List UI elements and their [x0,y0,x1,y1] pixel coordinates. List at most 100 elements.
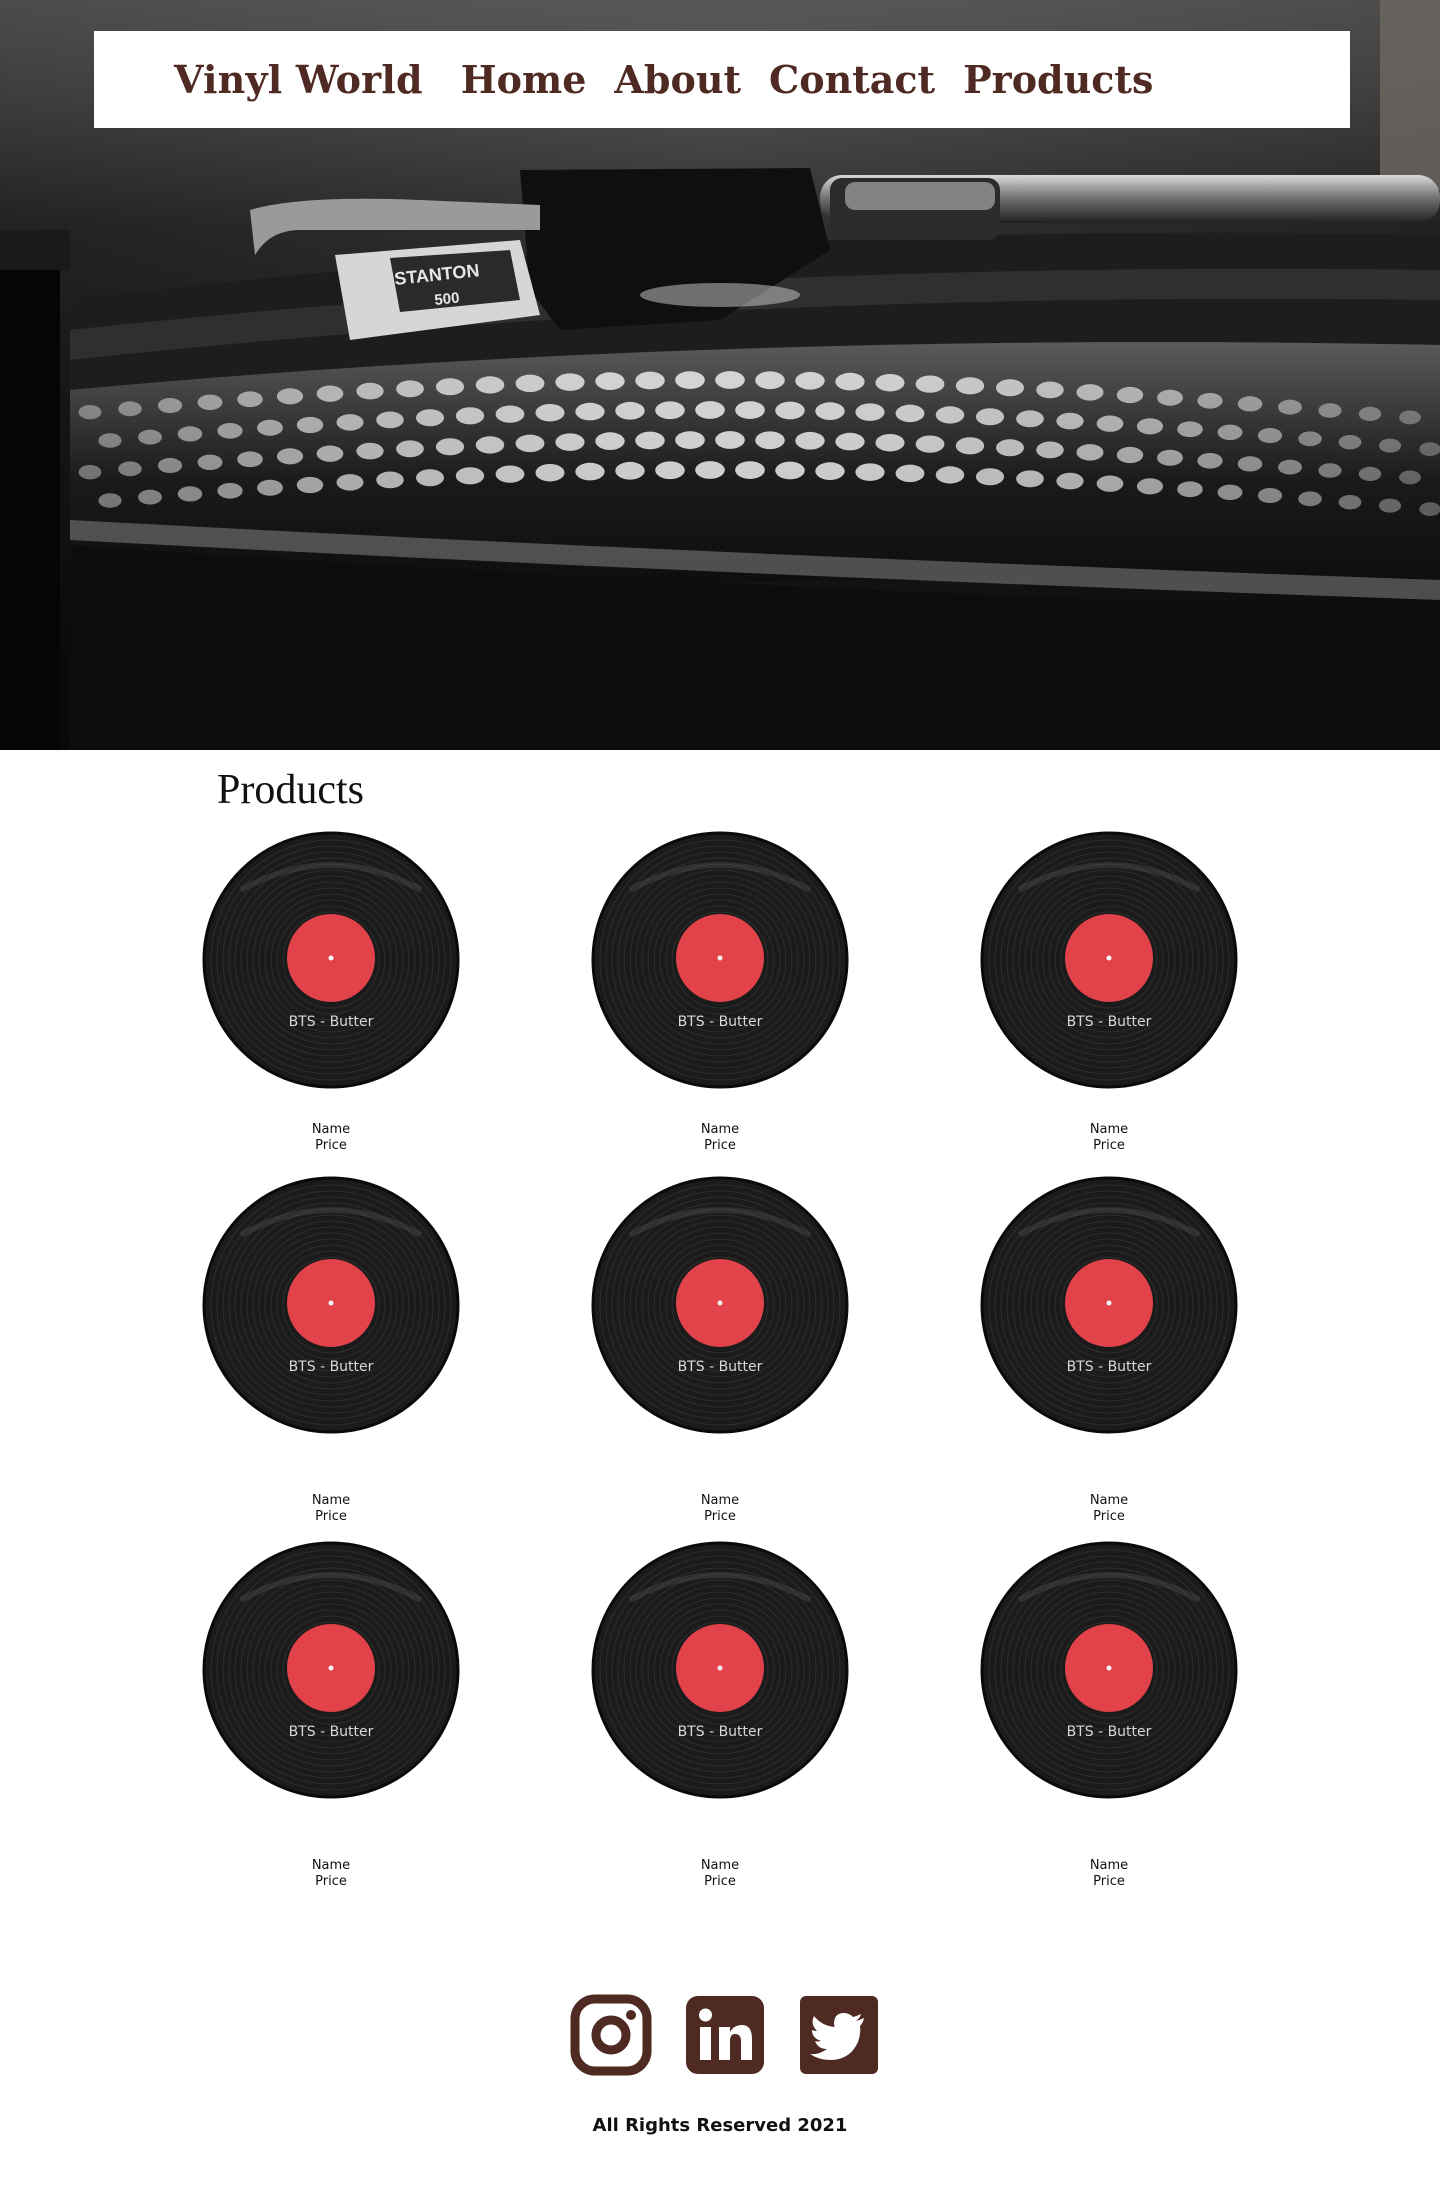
record-label-text: BTS - Butter [1067,1359,1152,1375]
strobe-dot [1237,396,1263,412]
product-price: Price [1093,1874,1125,1889]
product-price: Price [1093,1138,1125,1153]
strobe-dot [1419,502,1440,516]
product-meta: Name Price [590,1858,850,1890]
strobe-dot [1197,392,1223,409]
strobe-dot [416,469,444,487]
strobe-dot [1358,466,1382,482]
nav-contact[interactable]: Contact [769,57,935,102]
strobe-dot [1338,494,1362,510]
strobe-dot [515,434,545,453]
product-card[interactable]: BTS - Butter Name Price [979,830,1239,1154]
vinyl-record-image: BTS - Butter [202,831,460,1089]
product-price: Price [315,1138,347,1153]
product-card[interactable]: BTS - Butter Name Price [590,830,850,1154]
strobe-dot [118,401,142,417]
strobe-dot [1278,399,1302,415]
strobe-dot [1217,424,1243,441]
strobe-dot [197,454,223,471]
product-card[interactable]: BTS - Butter Name Price [590,1175,850,1525]
strobe-dot [1136,478,1164,495]
strobe-dot [98,433,122,448]
strobe-dot [1096,475,1124,492]
vinyl-record-image: BTS - Butter [202,1176,460,1434]
product-card[interactable]: BTS - Butter Name Price [979,1540,1239,1890]
strobe-dot [795,371,825,390]
strobe-dot [1197,452,1223,469]
product-card[interactable]: BTS - Butter Name Price [201,1175,461,1525]
strobe-dot [1278,459,1302,475]
strobe-dot [356,382,384,400]
strobe-dot [1036,381,1064,399]
strobe-dot [1016,470,1044,488]
nav-home[interactable]: Home [461,57,587,102]
strobe-dot [416,409,444,427]
strobe-dot [515,374,545,393]
strobe-dot [975,408,1005,426]
strobe-dot [435,378,465,396]
strobe-dot [1399,410,1421,425]
strobe-dot [795,431,825,450]
strobe-dot [316,385,344,402]
strobe-dot [635,431,665,450]
strobe-dot [675,431,705,449]
nav-about[interactable]: About [614,57,741,102]
strobe-dot [755,431,785,450]
linkedin-icon[interactable] [684,1994,766,2076]
strobe-dot [675,371,705,389]
vinyl-record-image: BTS - Butter [980,831,1238,1089]
product-meta: Name Price [590,1122,850,1154]
record-label-text: BTS - Butter [678,1724,763,1740]
product-card[interactable]: BTS - Butter Name Price [590,1540,850,1890]
strobe-dot [695,461,725,479]
strobe-dot [975,468,1005,486]
brand-logo[interactable]: Vinyl World [174,57,423,102]
product-meta: Name Price [201,1858,461,1890]
strobe-dot [1096,415,1124,432]
product-card[interactable]: BTS - Butter Name Price [979,1175,1239,1525]
record-label-text: BTS - Butter [678,1359,763,1375]
strobe-dot [996,439,1024,457]
record-label-text: BTS - Butter [289,1724,374,1740]
product-card[interactable]: BTS - Butter Name Price [201,830,461,1154]
strobe-dot [376,411,404,429]
strobe-dot [1157,449,1183,466]
product-card[interactable]: BTS - Butter Name Price [201,1540,461,1890]
product-price: Price [704,1138,736,1153]
strobe-dot [595,432,625,450]
strobe-dot [157,457,183,474]
products-heading: Products [217,767,364,813]
strobe-dot [715,371,745,389]
instagram-icon[interactable] [570,1994,652,2076]
strobe-dot [655,401,685,420]
strobe-dot [955,437,985,455]
strobe-dot [495,405,525,423]
strobe-dot [835,432,865,451]
product-meta: Name Price [979,1122,1239,1154]
product-price: Price [315,1509,347,1524]
strobe-dot [895,404,925,423]
strobe-dot [376,471,404,489]
strobe-dot [575,462,605,481]
strobe-dot [138,429,162,445]
vinyl-record-image: BTS - Butter [591,1176,849,1434]
strobe-dot [996,379,1024,397]
strobe-dot [98,493,122,508]
strobe-dot [1076,444,1104,461]
strobe-dot [1298,431,1322,447]
vinyl-record-image: BTS - Butter [591,1541,849,1799]
strobe-dot [1157,389,1183,406]
strobe-dot [475,436,505,454]
nav-products[interactable]: Products [963,57,1153,102]
strobe-dot [1116,386,1144,404]
strobe-dot [495,465,525,483]
product-meta: Name Price [201,1122,461,1154]
strobe-dot [855,403,885,421]
strobe-dot [217,422,243,439]
twitter-icon[interactable] [798,1994,880,2076]
strobe-dot [1338,434,1362,450]
strobe-dot [895,464,925,483]
strobe-dot [1177,421,1203,438]
cartridge-model: 500 [434,289,461,309]
strobe-dot [118,461,142,477]
